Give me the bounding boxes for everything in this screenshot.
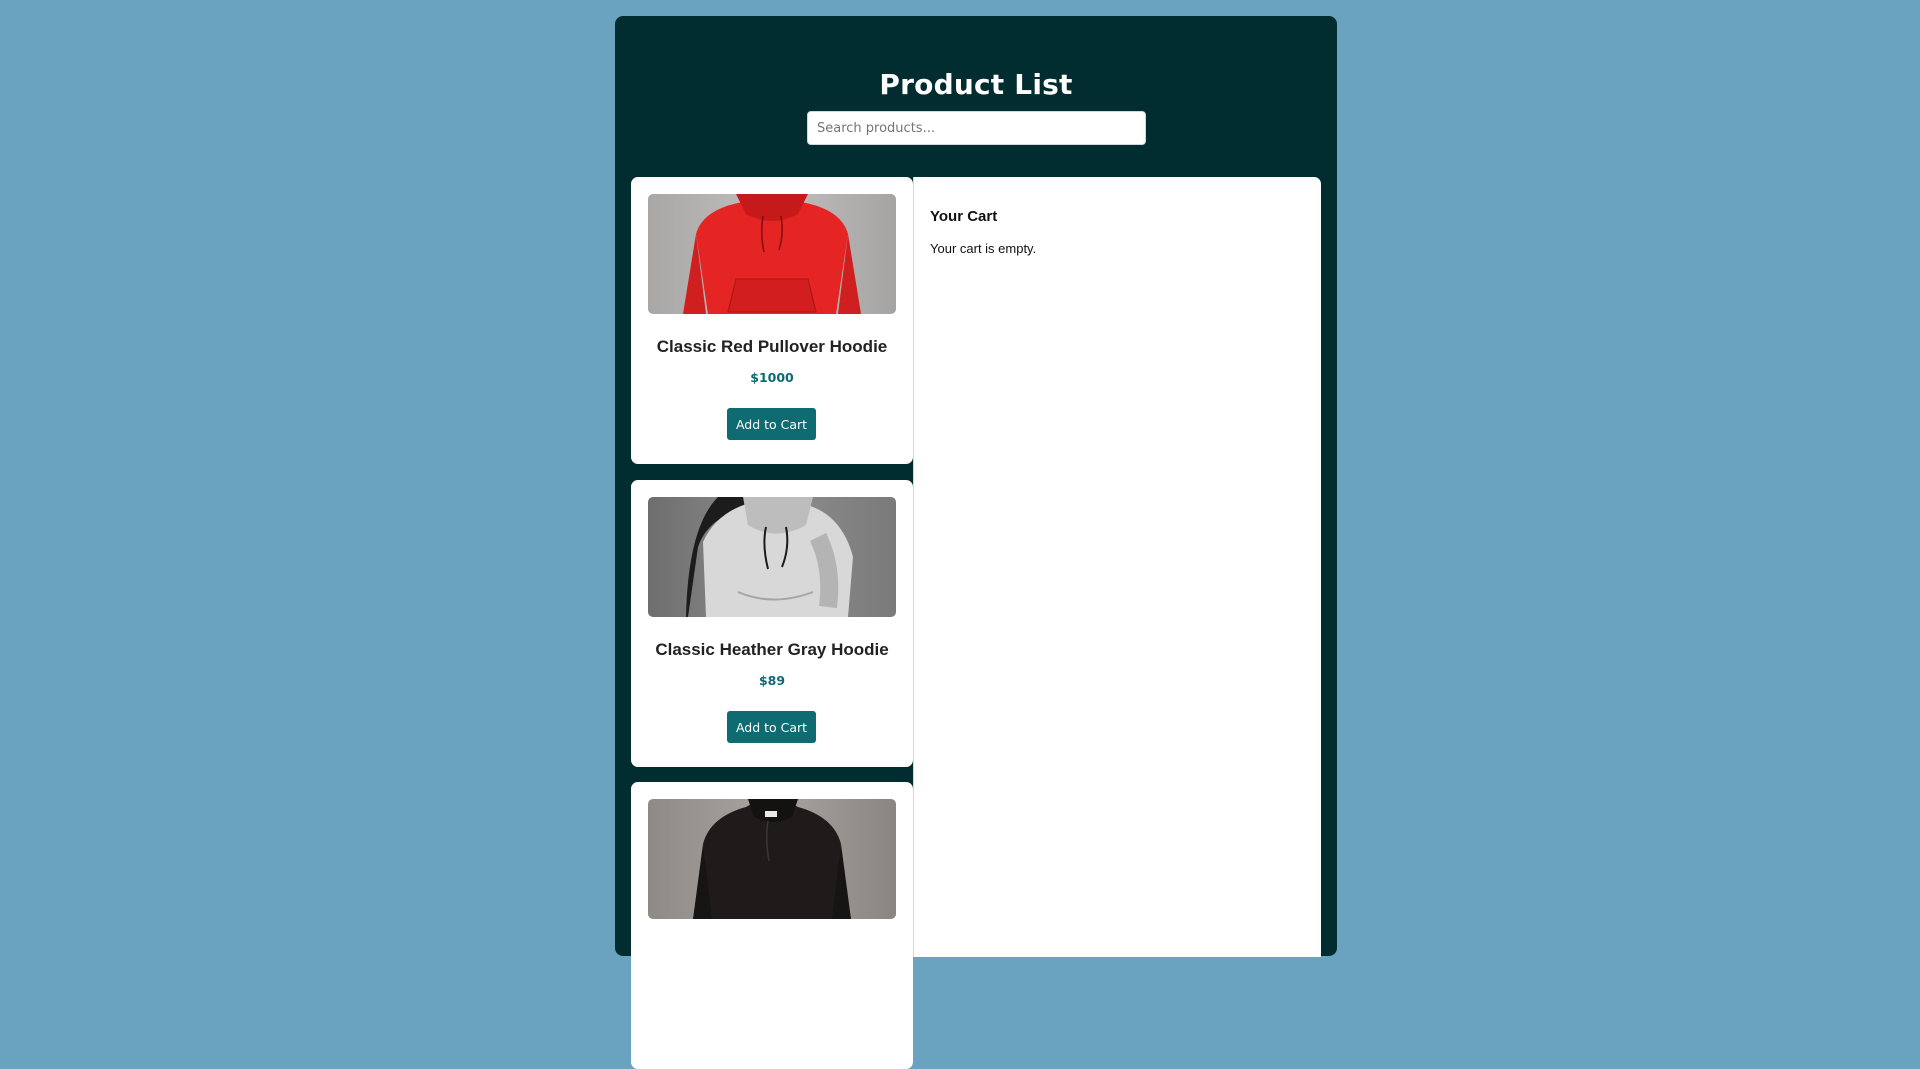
product-price: $1000	[750, 370, 794, 385]
cart-empty-message: Your cart is empty.	[930, 241, 1037, 256]
add-to-cart-button[interactable]: Add to Cart	[727, 408, 816, 440]
search-input[interactable]	[807, 111, 1146, 145]
product-card: Classic Red Pullover Hoodie $1000 Add to…	[631, 177, 913, 464]
product-price: $89	[758, 673, 786, 688]
black-hoodie-image	[648, 799, 896, 919]
product-name: Classic Red Pullover Hoodie	[656, 337, 888, 356]
product-card	[631, 782, 913, 1069]
page-title: Product List	[879, 68, 1073, 101]
red-hoodie-image	[648, 194, 896, 314]
cart-title: Your Cart	[930, 208, 998, 225]
app-container: Product List Search products... Classic …	[615, 16, 1337, 1069]
product-name: Classic Heather Gray Hoodie	[655, 640, 889, 659]
gray-hoodie-image	[648, 497, 896, 617]
add-to-cart-button[interactable]: Add to Cart	[727, 711, 816, 743]
product-card: Classic Heather Gray Hoodie $89 Add to C…	[631, 480, 913, 767]
cart-panel: Your Cart Your cart is empty.	[913, 177, 1321, 957]
